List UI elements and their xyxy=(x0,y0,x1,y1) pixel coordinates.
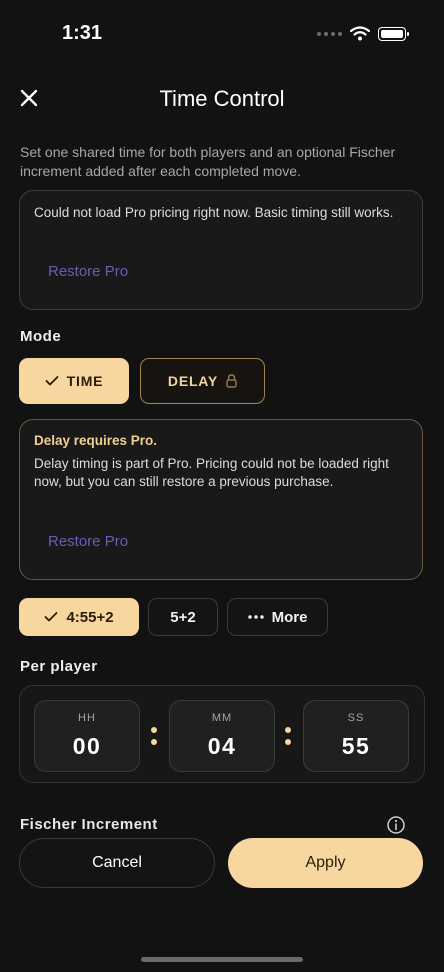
hours-value: 00 xyxy=(72,733,102,759)
seconds-field[interactable]: SS 55 xyxy=(303,700,409,772)
preset-label: 4:55+2 xyxy=(66,608,114,626)
per-player-label: Per player xyxy=(20,658,98,675)
fischer-increment-label: Fischer Increment xyxy=(20,816,158,833)
ellipsis-icon xyxy=(247,615,264,619)
time-separator xyxy=(285,727,291,751)
signal-icon xyxy=(317,31,342,36)
preset-5-2-button[interactable]: 5+2 xyxy=(148,598,218,636)
mode-delay-button[interactable]: DELAY xyxy=(140,358,265,404)
preset-more-button[interactable]: More xyxy=(227,598,328,636)
mode-time-button[interactable]: TIME xyxy=(19,358,129,404)
per-player-time-picker: HH 00 MM 04 SS 55 xyxy=(19,685,425,783)
preset-label: 5+2 xyxy=(170,608,196,626)
hours-field[interactable]: HH 00 xyxy=(34,700,140,772)
home-indicator xyxy=(141,957,303,962)
cancel-button[interactable]: Cancel xyxy=(19,838,215,888)
seconds-value: 55 xyxy=(341,733,371,759)
info-icon[interactable] xyxy=(386,815,406,835)
wifi-icon xyxy=(350,26,370,41)
hours-label: HH xyxy=(78,712,96,724)
delay-notice-heading: Delay requires Pro. xyxy=(34,433,158,448)
restore-pro-link[interactable]: Restore Pro xyxy=(48,263,128,280)
apply-button[interactable]: Apply xyxy=(228,838,423,888)
check-icon xyxy=(45,376,59,386)
check-icon xyxy=(45,612,58,622)
mode-time-label: TIME xyxy=(66,373,104,389)
mode-delay-label: DELAY xyxy=(167,373,219,389)
pricing-notice-message: Could not load Pro pricing right now. Ba… xyxy=(34,205,394,220)
minutes-label: MM xyxy=(211,712,233,724)
seconds-label: SS xyxy=(347,712,365,724)
battery-icon xyxy=(378,26,409,41)
pricing-notice-card: Could not load Pro pricing right now. Ba… xyxy=(19,190,423,310)
description-text: Set one shared time for both players and… xyxy=(20,144,396,179)
page-title: Time Control xyxy=(159,86,285,111)
delay-restore-pro-link[interactable]: Restore Pro xyxy=(48,533,128,550)
minutes-value: 04 xyxy=(207,733,237,759)
time-separator xyxy=(151,727,157,751)
status-time: 1:31 xyxy=(62,22,103,44)
mode-label: Mode xyxy=(20,328,62,345)
status-icons xyxy=(317,26,409,41)
minutes-field[interactable]: MM 04 xyxy=(169,700,275,772)
lock-icon xyxy=(226,374,237,388)
preset-4-55-2-button[interactable]: 4:55+2 xyxy=(19,598,139,636)
preset-label: More xyxy=(271,608,308,626)
delay-notice-card: Delay requires Pro. Delay timing is part… xyxy=(19,419,423,580)
delay-notice-message: Delay timing is part of Pro. Pricing cou… xyxy=(34,456,389,489)
